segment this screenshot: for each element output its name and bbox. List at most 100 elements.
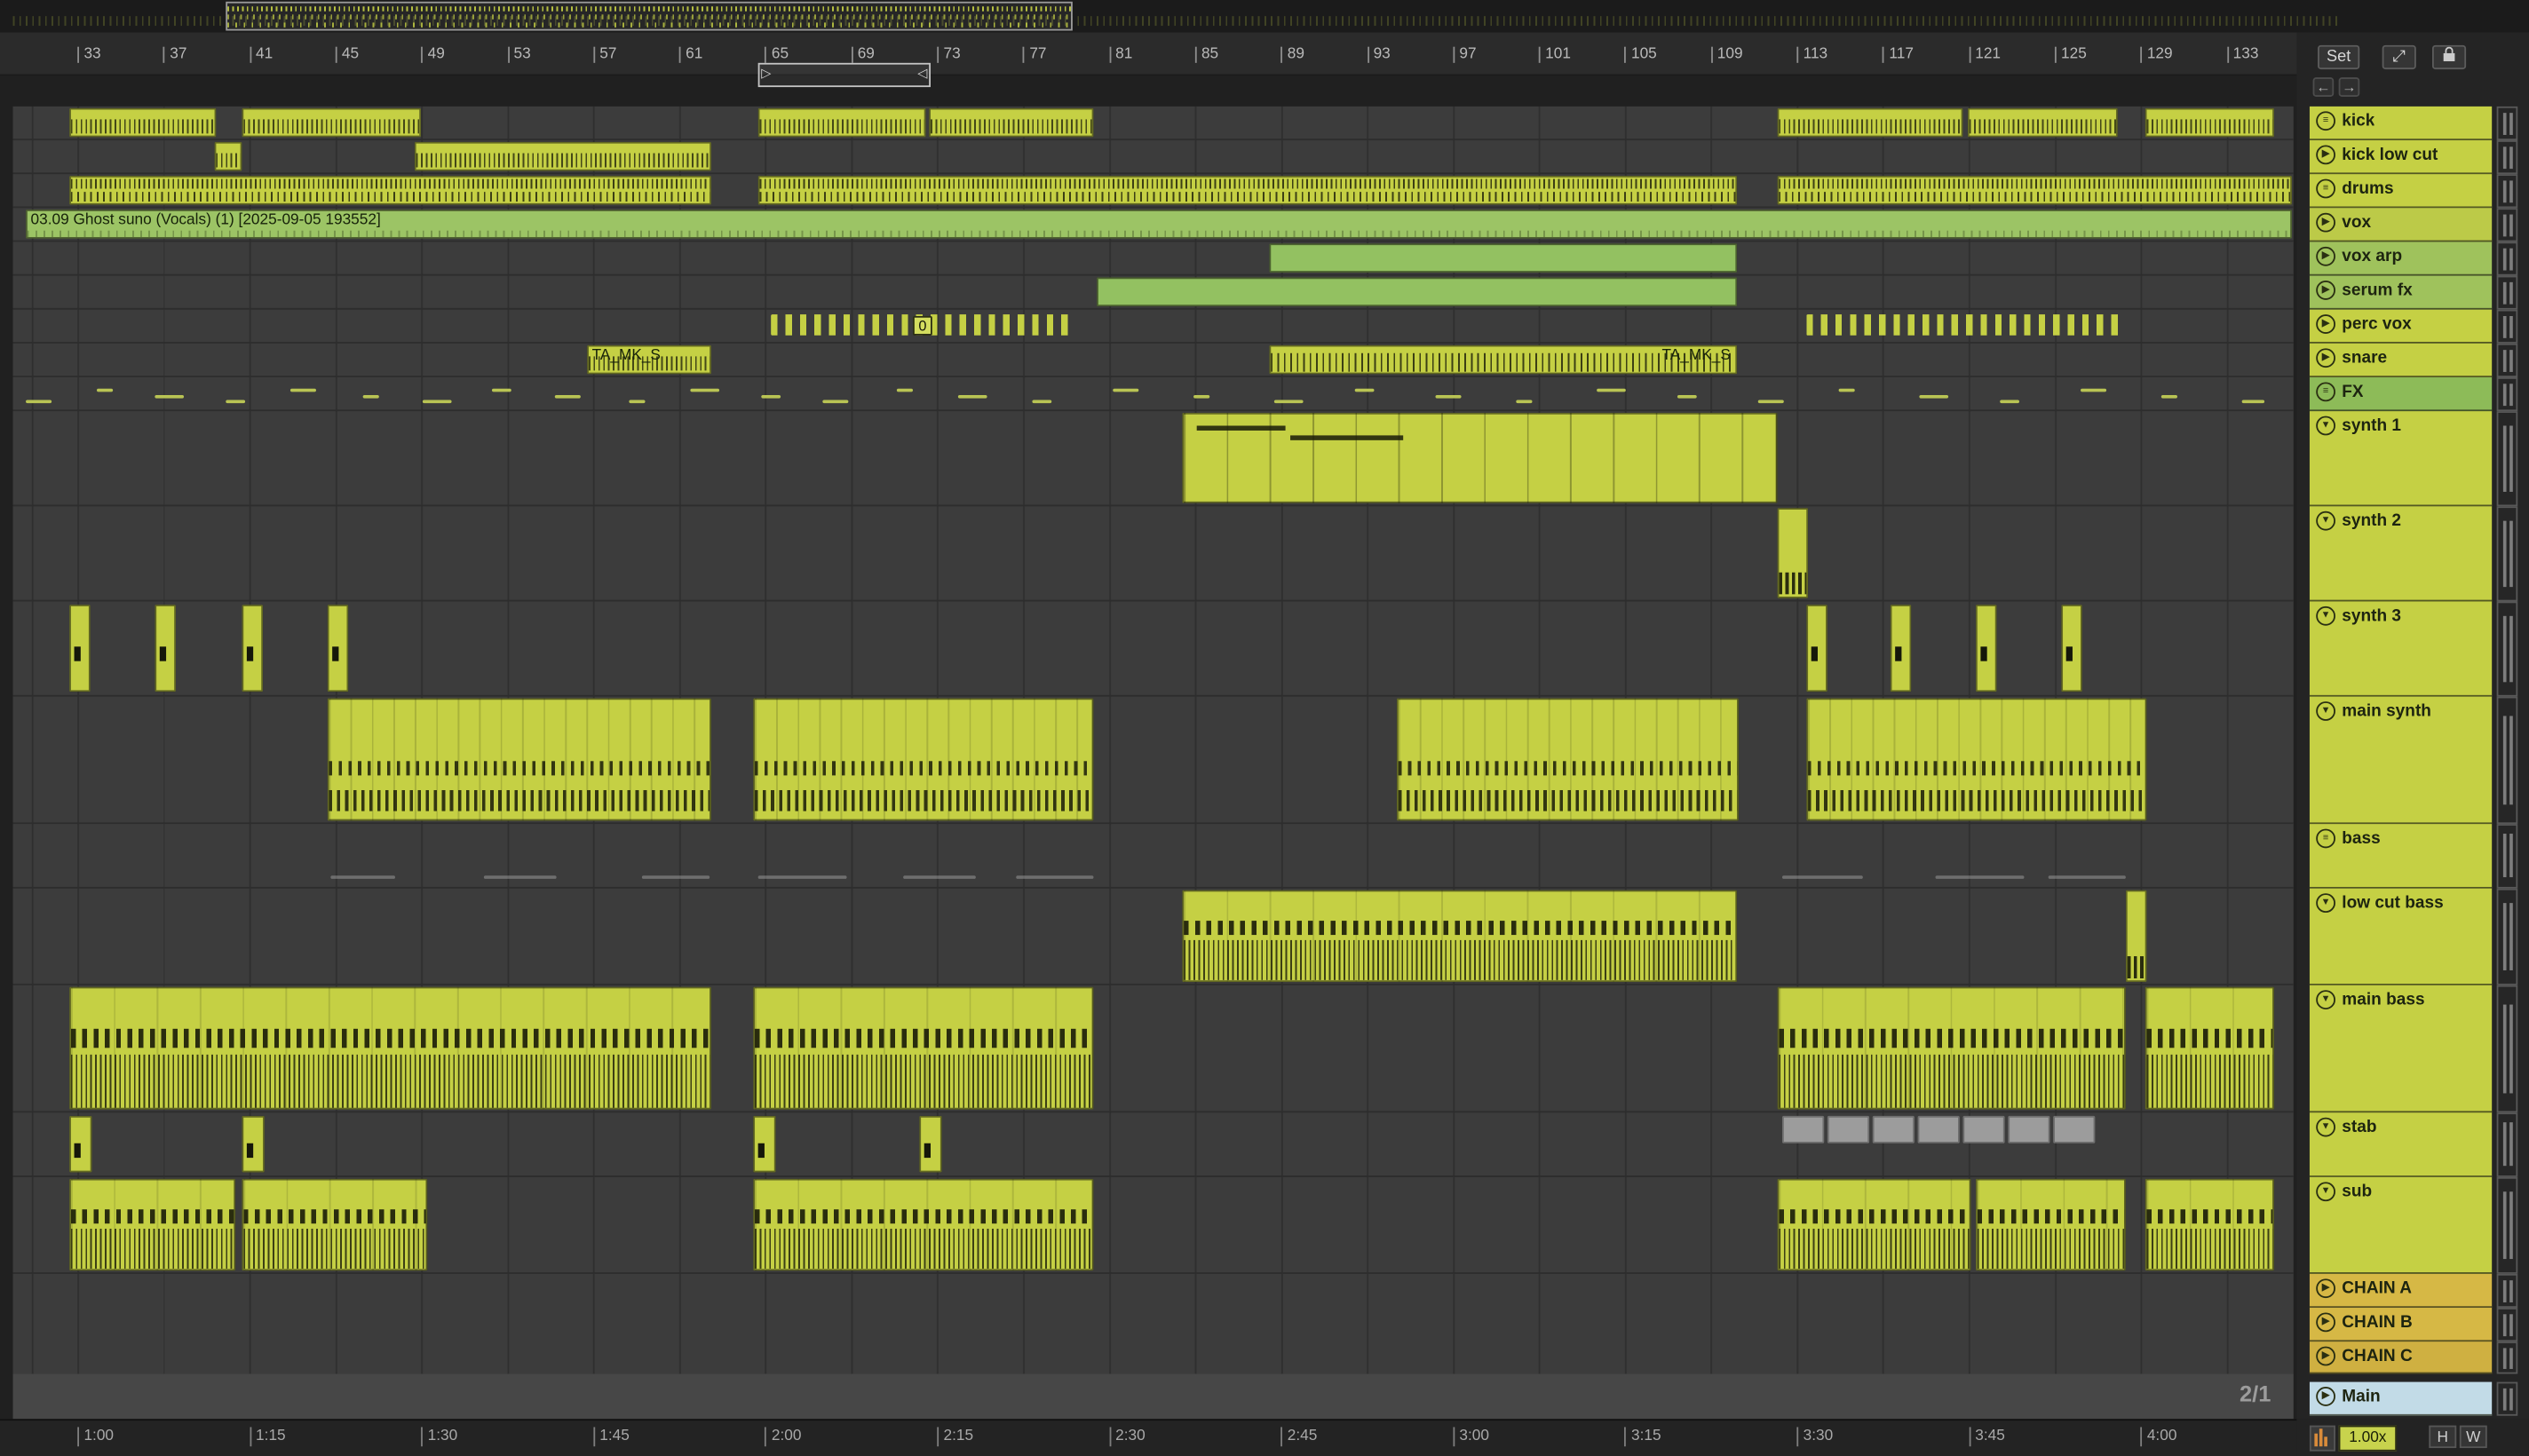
track-header-synth-2[interactable]: ▼ synth 2 [2309, 506, 2493, 602]
track-lane-synth-2[interactable] [12, 506, 2294, 602]
track-header-main-synth[interactable]: ▼ main synth [2309, 696, 2493, 825]
clip[interactable] [753, 698, 1094, 821]
track-lane-vox-arp[interactable] [12, 241, 2294, 276]
arrangement-area[interactable]: 03.09 Ghost suno (Vocals) (1) [2025-09-0… [12, 106, 2294, 1374]
track-lane-snare[interactable]: TA_MK_S TA_MK_S [12, 344, 2294, 378]
clip[interactable] [690, 388, 720, 392]
track-header-main-bass[interactable]: ▼ main bass [2309, 985, 2493, 1113]
clip[interactable] [929, 107, 1094, 138]
clip[interactable] [1677, 394, 1697, 399]
clip[interactable] [2000, 400, 2020, 404]
track-header-drums[interactable]: ≡ drums [2309, 174, 2493, 209]
clip[interactable]: TA_MK_S [587, 344, 711, 375]
track-header-main[interactable]: ▶ Main [2309, 1381, 2493, 1416]
track-lane-perc-vox[interactable]: 0 [12, 310, 2294, 344]
track-header-synth-1[interactable]: ▼ synth 1 [2309, 411, 2493, 507]
clip[interactable] [242, 605, 264, 692]
clip[interactable] [1777, 107, 1963, 138]
clip[interactable] [69, 986, 711, 1110]
clip[interactable] [330, 875, 395, 879]
clip[interactable] [629, 400, 646, 404]
clip[interactable] [822, 400, 849, 404]
clip[interactable] [69, 175, 711, 205]
clip[interactable] [757, 175, 1738, 205]
clip[interactable] [1919, 394, 1949, 399]
clip[interactable] [1975, 1178, 2126, 1271]
clip[interactable] [491, 388, 511, 392]
clip[interactable] [1806, 698, 2147, 821]
track-header-kick[interactable]: ≡ kick [2309, 106, 2493, 141]
clip[interactable] [69, 1178, 236, 1271]
clip[interactable] [896, 388, 914, 392]
height-zoom-button[interactable]: H [2429, 1425, 2457, 1449]
clip[interactable] [327, 698, 711, 821]
clip[interactable] [1354, 388, 1375, 392]
clip[interactable] [1777, 986, 2126, 1110]
clip[interactable]: TA_MK_S [1269, 344, 1738, 375]
clip[interactable] [155, 605, 176, 692]
clip[interactable] [957, 394, 987, 399]
clip[interactable] [1269, 243, 1738, 273]
clip[interactable] [1016, 875, 1094, 879]
clip[interactable] [26, 400, 52, 404]
clip[interactable] [1782, 1115, 1825, 1143]
clip[interactable] [422, 400, 452, 404]
track-lane-bass[interactable] [12, 824, 2294, 889]
clip[interactable] [1396, 698, 1739, 821]
clip[interactable] [1273, 400, 1304, 404]
play-track-icon[interactable]: ▶ [2316, 1346, 2336, 1366]
play-track-icon[interactable]: ▶ [2316, 314, 2336, 334]
fold-track-icon[interactable]: ▼ [2316, 510, 2336, 531]
fold-track-icon[interactable]: ▼ [2316, 1182, 2336, 1202]
fold-track-icon[interactable]: ▼ [2316, 1117, 2336, 1137]
clip[interactable] [2053, 1115, 2096, 1143]
loop-start-handle-icon[interactable]: ▷ [761, 65, 771, 84]
clip[interactable] [242, 1115, 265, 1173]
clip[interactable] [2160, 394, 2178, 399]
clip[interactable] [1838, 388, 1855, 392]
clip[interactable] [1777, 175, 2292, 205]
lines-track-icon[interactable]: ≡ [2316, 382, 2336, 402]
clip[interactable] [2241, 400, 2265, 404]
clip[interactable] [242, 1178, 428, 1271]
nav-back-icon[interactable]: ← [2312, 77, 2335, 97]
clip[interactable] [2125, 890, 2147, 983]
clip[interactable] [1097, 277, 1738, 307]
track-lane-serum-fx[interactable] [12, 276, 2294, 310]
clip[interactable] [761, 394, 781, 399]
clip[interactable] [1890, 605, 1912, 692]
track-header-chain-b[interactable]: ▶ CHAIN B [2309, 1308, 2493, 1342]
clip[interactable] [903, 875, 976, 879]
clip[interactable] [242, 107, 422, 138]
clip[interactable] [1935, 875, 2025, 879]
clip[interactable] [753, 1115, 776, 1173]
track-lane-stab[interactable] [12, 1112, 2294, 1177]
track-lane-low-cut-bass[interactable] [12, 889, 2294, 985]
clip[interactable] [919, 1115, 942, 1173]
horizontal-scrollbar[interactable]: 2/1 [12, 1373, 2294, 1420]
clip[interactable] [757, 875, 847, 879]
clip[interactable] [226, 400, 246, 404]
track-header-vox[interactable]: ▶ vox [2309, 208, 2493, 242]
track-header-snare[interactable]: ▶ snare [2309, 343, 2493, 378]
clip[interactable] [155, 394, 185, 399]
clip[interactable] [1872, 1115, 1915, 1143]
clip[interactable] [1806, 314, 2121, 336]
clip[interactable]: 03.09 Ghost suno (Vocals) (1) [2025-09-0… [26, 210, 2292, 239]
clip[interactable] [1113, 388, 1139, 392]
clip[interactable] [69, 1115, 92, 1173]
clip[interactable]: 0 [913, 315, 932, 336]
clip[interactable] [757, 107, 926, 138]
lock-icon[interactable] [2431, 44, 2467, 70]
clip[interactable] [753, 1178, 1094, 1271]
loop-end-handle-icon[interactable]: ◁ [917, 65, 927, 84]
arrangement-overview[interactable] [0, 0, 2529, 35]
clip[interactable] [554, 394, 581, 399]
track-header-bass[interactable]: ≡ bass [2309, 824, 2493, 889]
width-zoom-button[interactable]: W [2459, 1425, 2487, 1449]
track-header-kick-low-cut[interactable]: ▶ kick low cut [2309, 140, 2493, 175]
play-track-icon[interactable]: ▶ [2316, 145, 2336, 165]
play-track-icon[interactable]: ▶ [2316, 246, 2336, 266]
track-header-chain-c[interactable]: ▶ CHAIN C [2309, 1341, 2493, 1374]
nav-forward-icon[interactable]: → [2338, 77, 2360, 97]
